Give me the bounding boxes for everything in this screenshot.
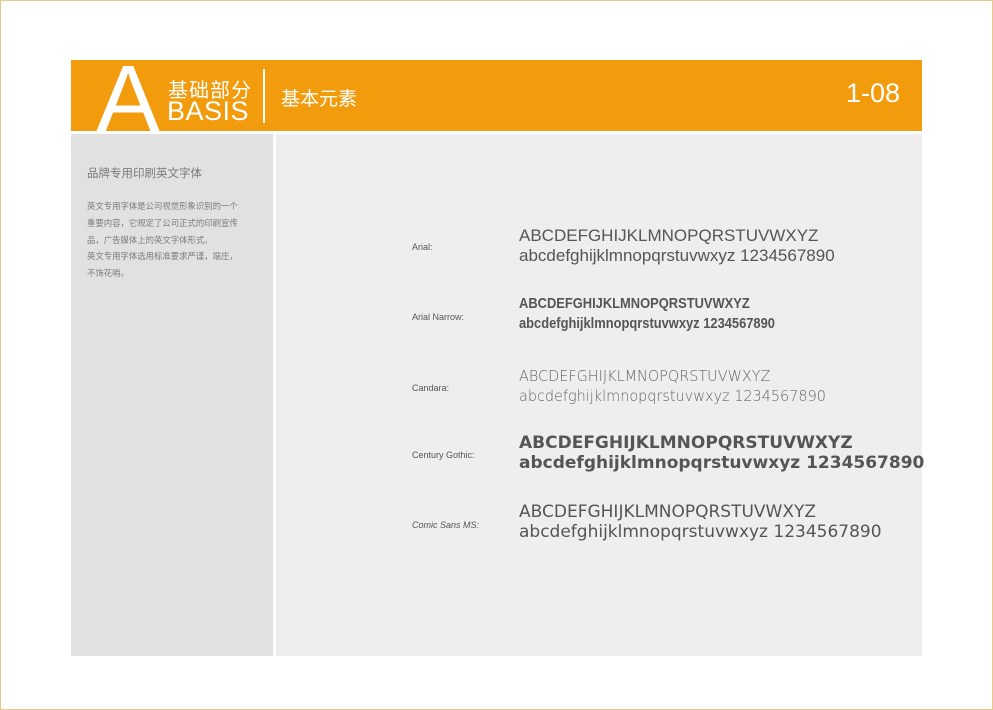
description-line: 英文专用字体是公司视觉形象识别的一个 bbox=[87, 201, 238, 211]
font-sample: ABCDEFGHIJKLMNOPQRSTUVWXYZ abcdefghijklm… bbox=[519, 433, 924, 473]
lowercase-sample: abcdefghijklmnopqrstuvwxyz 1234567890 bbox=[519, 522, 882, 542]
font-label: Comic Sans MS: bbox=[412, 520, 480, 530]
lowercase-sample: abcdefghijklmnopqrstuvwxyz 1234567890 bbox=[519, 315, 775, 332]
english-title: BASIS bbox=[167, 96, 250, 126]
description-line: 英文专用字体选用标准要求严谨，端庄， bbox=[87, 251, 238, 262]
lowercase-sample: abcdefghijklmnopqrstuvwxyz 1234567890 bbox=[519, 453, 925, 473]
sidebar-description: 英文专用字体是公司视觉形象识别的一个 重要内容，它规定了公司正式的印刷宣传 品，… bbox=[87, 198, 259, 282]
uppercase-sample: ABCDEFGHIJKLMNOPQRSTUVWXYZ bbox=[519, 433, 853, 453]
sidebar: 品牌专用印刷英文字体 英文专用字体是公司视觉形象识别的一个 重要内容，它规定了公… bbox=[71, 134, 273, 656]
font-sample: ABCDEFGHIJKLMNOPQRSTUVWXYZ abcdefghijklm… bbox=[519, 366, 826, 406]
font-label: Candara: bbox=[412, 383, 450, 393]
font-sample: ABCDEFGHIJKLMNOPQRSTUVWXYZ abcdefghijklm… bbox=[519, 226, 835, 266]
font-label: Century Gothic: bbox=[412, 450, 475, 460]
font-label: Arial: bbox=[412, 242, 433, 252]
lowercase-sample: abcdefghijklmnopqrstuvwxyz 1234567890 bbox=[519, 246, 835, 265]
header-bar: A 基础部分 BASIS 基本元素 1-08 bbox=[71, 52, 922, 148]
font-sample: ABCDEFGHIJKLMNOPQRSTUVWXYZ abcdefghijklm… bbox=[519, 502, 882, 542]
page-number: 1-08 bbox=[845, 78, 900, 108]
description-line: 重要内容，它规定了公司正式的印刷宣传 bbox=[87, 217, 238, 228]
description-line: 不饰花哨。 bbox=[87, 268, 129, 279]
uppercase-sample: ABCDEFGHIJKLMNOPQRSTUVWXYZ bbox=[519, 367, 771, 385]
font-sample: ABCDEFGHIJKLMNOPQRSTUVWXYZ abcdefghijklm… bbox=[519, 294, 775, 334]
header-divider bbox=[263, 69, 265, 123]
main-panel: Arial: ABCDEFGHIJKLMNOPQRSTUVWXYZ abcdef… bbox=[276, 134, 924, 656]
lowercase-sample: abcdefghijklmnopqrstuvwxyz 1234567890 bbox=[519, 387, 826, 405]
font-label: Arial Narrow: bbox=[412, 312, 465, 322]
section-title: 基本元素 bbox=[281, 88, 358, 110]
uppercase-sample: ABCDEFGHIJKLMNOPQRSTUVWXYZ bbox=[519, 226, 819, 245]
uppercase-sample: ABCDEFGHIJKLMNOPQRSTUVWXYZ bbox=[519, 502, 817, 522]
uppercase-sample: ABCDEFGHIJKLMNOPQRSTUVWXYZ bbox=[519, 295, 750, 312]
sidebar-title: 品牌专用印刷英文字体 bbox=[87, 166, 202, 180]
description-line: 品，广告媒体上的英文字体形式。 bbox=[87, 234, 213, 245]
